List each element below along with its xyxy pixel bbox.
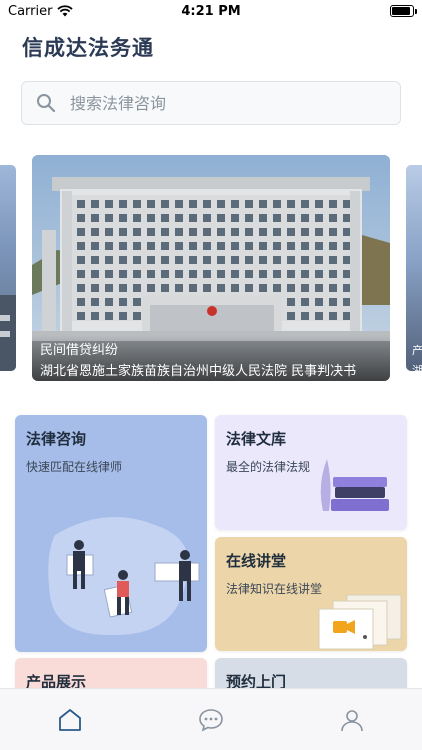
- next-card-line-2: 湖: [412, 364, 422, 371]
- tab-messages[interactable]: [181, 695, 241, 745]
- feature-online-lecture[interactable]: 在线讲堂 法律知识在线讲堂: [215, 537, 407, 651]
- battery-icon: [390, 5, 417, 17]
- search-bar[interactable]: [21, 81, 401, 125]
- home-icon: [59, 708, 82, 731]
- status-left: Carrier: [8, 3, 74, 19]
- banner-carousel[interactable]: 民间借贷纠纷 湖北省恩施土家族苗族自治州中级人民法院 民事判决书 产 湖: [0, 155, 422, 383]
- profile-icon: [340, 709, 363, 731]
- banner-tag: 民间借贷纠纷: [40, 343, 119, 358]
- tab-bar: [0, 688, 422, 750]
- battery-fill: [392, 7, 410, 15]
- app-title: 信成达法务通: [22, 36, 154, 60]
- carousel-current-card[interactable]: 民间借贷纠纷 湖北省恩施土家族苗族自治州中级人民法院 民事判决书: [32, 155, 390, 381]
- books-icon: [320, 459, 389, 511]
- feature-legal-library[interactable]: 法律文库 最全的法律法规: [215, 415, 407, 530]
- carousel-prev-card[interactable]: [0, 165, 16, 371]
- feature-legal-consult[interactable]: 法律咨询 快速匹配在线律师: [15, 415, 207, 652]
- wifi-icon: [57, 5, 74, 17]
- status-time: 4:21 PM: [181, 3, 241, 19]
- carousel-next-card[interactable]: 产 湖: [406, 165, 422, 371]
- banner-title: 湖北省恩施土家族苗族自治州中级人民法院 民事判决书: [40, 364, 357, 379]
- tab-profile[interactable]: [322, 695, 382, 745]
- search-input[interactable]: [70, 93, 370, 113]
- video-camera-icon: [318, 594, 402, 650]
- prev-card-image: [0, 295, 16, 371]
- tab-home[interactable]: [40, 695, 100, 745]
- carrier-label: Carrier: [8, 3, 53, 19]
- next-card-line-1: 产: [412, 344, 422, 357]
- chat-icon: [199, 708, 223, 731]
- next-card-caption: 产 湖: [412, 341, 422, 371]
- consult-illustration: [48, 517, 200, 636]
- search-icon: [37, 94, 56, 113]
- status-bar: Carrier 4:21 PM: [0, 0, 422, 22]
